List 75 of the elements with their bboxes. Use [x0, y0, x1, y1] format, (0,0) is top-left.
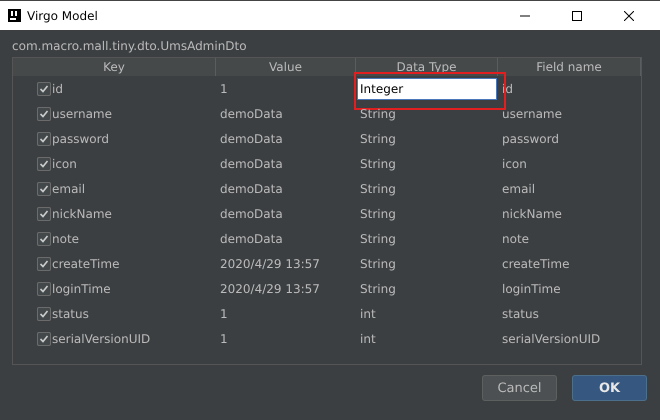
close-icon	[624, 10, 634, 20]
checkmark-icon	[39, 158, 49, 168]
checkbox[interactable]	[37, 206, 51, 220]
data-type-field[interactable]: Integer	[357, 78, 497, 100]
field-name-cell-text: note	[501, 232, 530, 246]
data-type-cell-text: String	[359, 256, 397, 270]
data-type-cell-text: String	[359, 156, 397, 170]
data-type-cell-text: String	[359, 232, 397, 246]
key-cell: serialVersionUID	[52, 332, 150, 346]
field-name-cell-text: status	[501, 306, 540, 320]
maximize-icon	[572, 10, 582, 20]
value-cell-text: 1	[219, 306, 229, 320]
checkmark-icon	[39, 284, 49, 294]
key-cell: password	[52, 132, 109, 146]
class-name: com.macro.mall.tiny.dto.UmsAdminDto	[12, 39, 248, 53]
key-cell: username	[52, 106, 112, 120]
checkmark-icon	[39, 208, 49, 218]
field-name-cell-text: loginTime	[501, 282, 562, 296]
data-type-cell-text: int	[359, 306, 377, 320]
checkbox[interactable]	[37, 106, 51, 120]
value-cell-text: 1	[219, 332, 229, 346]
field-name-cell-text: serialVersionUID	[501, 332, 602, 346]
checkmark-icon	[39, 334, 49, 344]
key-cell: status	[52, 306, 89, 320]
value-cell-text: 1	[219, 82, 229, 96]
checkbox[interactable]	[37, 232, 51, 246]
field-name-cell-text: email	[501, 182, 536, 196]
field-name-cell-text: password	[501, 132, 560, 146]
key-cell: email	[52, 182, 86, 196]
ok-button[interactable]: OK	[572, 375, 647, 401]
checkmark-icon	[39, 108, 49, 118]
column-header[interactable]: Value	[216, 58, 356, 76]
checkbox[interactable]	[37, 132, 51, 146]
checkmark-icon	[39, 134, 49, 144]
window-title: Virgo Model	[27, 8, 99, 22]
app-icon	[8, 9, 21, 22]
column-header[interactable]: Key	[13, 58, 216, 76]
checkmark-icon	[39, 258, 49, 268]
checkbox[interactable]	[37, 256, 51, 270]
key-cell: icon	[52, 156, 77, 170]
checkbox[interactable]	[37, 282, 51, 296]
checkbox[interactable]	[37, 306, 51, 320]
data-type-cell-text: String	[359, 182, 397, 196]
value-cell-text: 2020/4/29 13:57	[219, 282, 321, 296]
value-cell-text: demoData	[219, 156, 284, 170]
checkbox[interactable]	[37, 182, 51, 196]
column-header[interactable]: Field name	[498, 58, 641, 76]
data-type-cell-text: String	[359, 282, 397, 296]
key-cell: createTime	[52, 256, 120, 270]
checkbox[interactable]	[37, 156, 51, 170]
field-name-cell-text: nickName	[501, 206, 563, 220]
checkmark-icon	[39, 84, 49, 94]
checkbox[interactable]	[37, 332, 51, 346]
key-cell: note	[52, 232, 80, 246]
data-type-cell-text: String	[359, 206, 397, 220]
checkmark-icon	[39, 184, 49, 194]
key-cell: nickName	[52, 206, 112, 220]
key-cell: loginTime	[52, 282, 111, 296]
checkmark-icon	[39, 234, 49, 244]
value-cell-text: demoData	[219, 206, 284, 220]
checkbox[interactable]	[37, 82, 51, 96]
data-type-cell-text: String	[359, 132, 397, 146]
data-type-cell-text: int	[359, 332, 377, 346]
field-name-cell-text: username	[501, 106, 563, 120]
value-cell-text: demoData	[219, 106, 284, 120]
field-name-cell-text: icon	[501, 156, 528, 170]
field-name-cell-text: createTime	[501, 256, 570, 270]
key-cell: id	[52, 82, 63, 96]
value-cell-text: demoData	[219, 232, 284, 246]
value-cell-text: demoData	[219, 132, 284, 146]
cancel-button[interactable]: Cancel	[482, 375, 557, 401]
checkmark-icon	[39, 308, 49, 318]
value-cell-text: demoData	[219, 182, 284, 196]
data-type-cell-text: String	[359, 106, 397, 120]
value-cell-text: 2020/4/29 13:57	[219, 256, 321, 270]
